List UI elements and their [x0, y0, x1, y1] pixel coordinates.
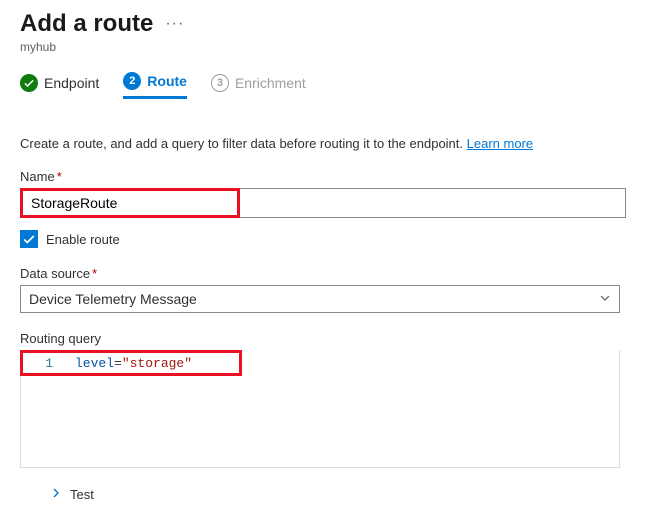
- check-icon: [20, 74, 38, 92]
- enable-route-label: Enable route: [46, 232, 120, 247]
- more-icon[interactable]: ···: [165, 15, 184, 33]
- enable-route-checkbox[interactable]: [20, 230, 38, 248]
- query-editor-ext[interactable]: [242, 350, 620, 376]
- learn-more-link[interactable]: Learn more: [467, 136, 533, 151]
- page-title: Add a route: [20, 10, 153, 38]
- step-endpoint[interactable]: Endpoint: [20, 74, 99, 98]
- intro-body: Create a route, and add a query to filte…: [20, 136, 467, 151]
- line-number: 1: [23, 356, 63, 371]
- name-input[interactable]: [23, 191, 237, 215]
- name-highlight: [20, 188, 240, 218]
- step-label: Route: [147, 73, 187, 89]
- chevron-down-icon: [599, 291, 611, 307]
- intro-text: Create a route, and add a query to filte…: [20, 136, 626, 151]
- test-toggle[interactable]: Test: [50, 486, 626, 502]
- step-number: 2: [123, 72, 141, 90]
- data-source-value: Device Telemetry Message: [29, 291, 197, 307]
- query-highlight: 1 level="storage": [20, 350, 242, 376]
- name-input-ext[interactable]: [240, 188, 626, 218]
- name-label: Name*: [20, 169, 626, 184]
- data-source-label: Data source*: [20, 266, 626, 281]
- data-source-select[interactable]: Device Telemetry Message: [20, 285, 620, 313]
- chevron-right-icon: [50, 486, 62, 502]
- query-code: level="storage": [63, 356, 192, 371]
- routing-query-editor[interactable]: 1 level="storage": [20, 350, 620, 468]
- test-label: Test: [70, 487, 94, 502]
- query-editor-body[interactable]: [20, 376, 620, 468]
- wizard-stepper: Endpoint 2 Route 3 Enrichment: [20, 72, 626, 100]
- step-number: 3: [211, 74, 229, 92]
- breadcrumb: myhub: [20, 40, 626, 54]
- step-route[interactable]: 2 Route: [123, 72, 187, 99]
- step-label: Enrichment: [235, 75, 306, 91]
- step-enrichment[interactable]: 3 Enrichment: [211, 74, 306, 98]
- step-label: Endpoint: [44, 75, 99, 91]
- routing-query-label: Routing query: [20, 331, 626, 346]
